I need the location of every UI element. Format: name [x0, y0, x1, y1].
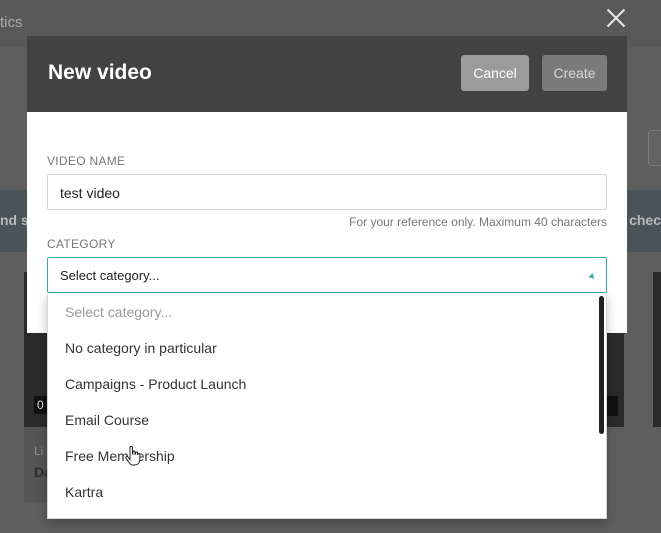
background-card-badge-right [606, 396, 618, 416]
video-name-hint: For your reference only. Maximum 40 char… [349, 215, 607, 229]
background-card-badge: 0 [34, 396, 47, 414]
category-select[interactable]: Select category... [47, 257, 607, 293]
category-select-value: Select category... [60, 268, 160, 283]
category-option-kartra[interactable]: Kartra [65, 484, 103, 500]
background-video-thumbnail-far-right [653, 272, 661, 427]
category-option-email-course[interactable]: Email Course [65, 412, 149, 428]
modal-title: New video [48, 61, 152, 84]
close-icon[interactable] [604, 6, 628, 30]
category-option-placeholder[interactable]: Select category... [65, 304, 172, 320]
background-button [648, 130, 661, 166]
dropdown-scrollbar[interactable] [599, 296, 604, 434]
modal-header: New video Cancel Create [27, 36, 627, 112]
caret-up-icon [588, 272, 596, 279]
background-topbar-text: tics [0, 14, 23, 31]
background-card-label: Li [34, 444, 44, 458]
video-name-label: VIDEO NAME [47, 154, 126, 168]
hand-cursor-icon [125, 446, 141, 466]
category-option-free-membership[interactable]: Free Membership [65, 448, 175, 464]
create-button[interactable]: Create [542, 55, 607, 91]
cancel-button[interactable]: Cancel [461, 55, 529, 91]
category-label: CATEGORY [47, 237, 116, 251]
category-option-none[interactable]: No category in particular [65, 340, 217, 356]
category-dropdown: Select category... No category in partic… [47, 294, 607, 519]
category-option-campaigns[interactable]: Campaigns - Product Launch [65, 376, 246, 392]
video-name-input[interactable]: test video [47, 174, 607, 210]
